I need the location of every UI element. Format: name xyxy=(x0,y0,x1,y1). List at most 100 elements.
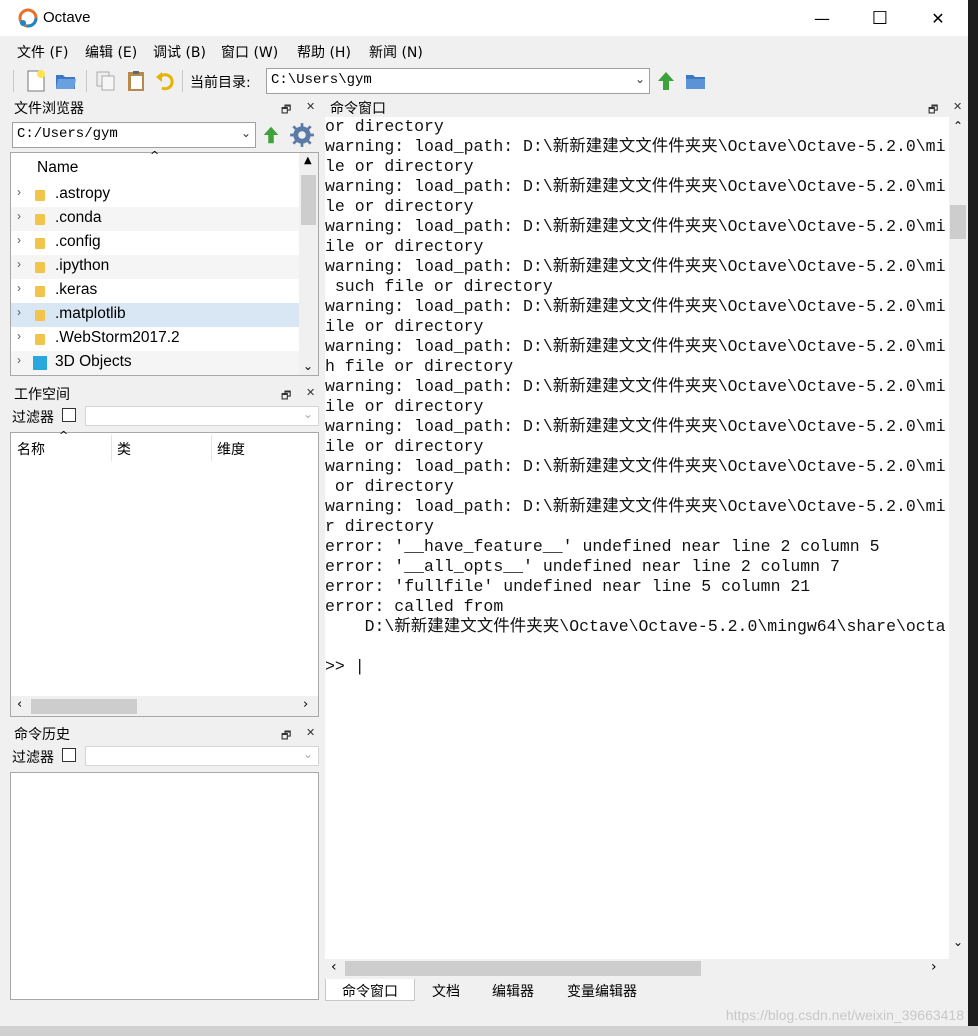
chevron-right-icon[interactable]: › xyxy=(17,233,21,247)
undock-icon[interactable]: 🗗 xyxy=(281,387,291,406)
3d-objects-icon xyxy=(33,356,47,370)
tree-item[interactable]: › .astropy xyxy=(11,183,299,207)
maximize-button[interactable]: ☐ xyxy=(851,0,909,36)
console-line: warning: load_path: D:\新新建建文文件件夹夹\Octave… xyxy=(325,337,946,356)
open-folder-icon[interactable] xyxy=(54,69,78,93)
tab-editor[interactable]: 编辑器 xyxy=(477,979,549,1001)
taskbar-strip xyxy=(0,1026,978,1036)
scroll-right-icon[interactable]: › xyxy=(931,959,937,975)
gear-icon[interactable] xyxy=(289,122,315,148)
column-header-name[interactable]: 名称 xyxy=(17,439,45,459)
tree-item[interactable]: › .conda xyxy=(11,207,299,231)
chevron-right-icon[interactable]: › xyxy=(17,209,21,223)
history-filter-checkbox[interactable] xyxy=(62,748,76,762)
sort-ascending-icon: ^ xyxy=(150,149,160,162)
parent-dir-up-arrow-icon[interactable] xyxy=(260,124,282,146)
scroll-down-icon[interactable]: ⌄ xyxy=(303,359,313,373)
menu-help[interactable]: 帮助 (H) xyxy=(297,42,351,62)
panel-close-icon[interactable]: ✕ xyxy=(953,100,962,113)
scroll-down-icon[interactable]: ⌄ xyxy=(953,935,963,949)
console-line: ile or directory xyxy=(325,237,484,256)
workspace-filter-combo[interactable]: ⌄ xyxy=(85,406,319,426)
horizontal-scrollbar[interactable]: ‹ › xyxy=(11,696,318,716)
chevron-down-icon[interactable]: ⌄ xyxy=(303,747,313,761)
chevron-down-icon[interactable]: ⌄ xyxy=(635,72,645,86)
history-filter-combo[interactable]: ⌄ xyxy=(85,746,319,766)
file-browser-path: C:/Users/gym xyxy=(17,126,118,142)
console-line: ile or directory xyxy=(325,437,484,456)
scroll-up-icon[interactable]: ▲ xyxy=(304,155,312,166)
paste-icon[interactable] xyxy=(124,69,148,93)
tree-item[interactable]: › .ipython xyxy=(11,255,299,279)
history-filter-label: 过滤器 xyxy=(12,750,54,766)
console-line: ile or directory xyxy=(325,397,484,416)
workspace-filter-checkbox[interactable] xyxy=(62,408,76,422)
scroll-left-icon[interactable]: ‹ xyxy=(331,959,337,975)
tree-item[interactable]: › .WebStorm2017.2 xyxy=(11,327,299,351)
undo-icon[interactable] xyxy=(154,69,178,93)
panel-close-icon[interactable]: ✕ xyxy=(306,100,315,113)
tree-item-selected[interactable]: › .matplotlib xyxy=(11,303,299,327)
column-header-dimension[interactable]: 维度 xyxy=(217,439,245,459)
console-line: warning: load_path: D:\新新建建文文件件夹夹\Octave… xyxy=(325,497,946,516)
tab-documentation[interactable]: 文档 xyxy=(417,979,475,1001)
toolbar-separator xyxy=(182,70,183,92)
scrollbar-thumb[interactable] xyxy=(345,961,701,976)
tab-variable-editor[interactable]: 变量编辑器 xyxy=(551,979,653,1001)
console-horizontal-scrollbar[interactable]: ‹ › xyxy=(325,959,949,978)
console-prompt[interactable]: >> | xyxy=(325,657,365,677)
editor-tabs: 命令窗口 文档 编辑器 变量编辑器 xyxy=(325,979,965,1002)
chevron-right-icon[interactable]: › xyxy=(17,185,21,199)
menu-debug[interactable]: 调试 (B) xyxy=(153,42,206,62)
chevron-right-icon[interactable]: › xyxy=(17,281,21,295)
chevron-right-icon[interactable]: › xyxy=(17,305,21,319)
browse-folder-icon[interactable] xyxy=(684,69,708,93)
scrollbar-thumb[interactable] xyxy=(950,205,966,239)
tree-item[interactable]: › 3D Objects xyxy=(11,351,299,375)
undock-icon[interactable]: 🗗 xyxy=(281,727,291,746)
column-header-class[interactable]: 类 xyxy=(117,439,131,459)
history-list[interactable] xyxy=(10,772,319,1000)
chevron-right-icon[interactable]: › xyxy=(17,353,21,367)
chevron-down-icon[interactable]: ⌄ xyxy=(241,126,251,140)
file-browser-path-combo[interactable]: C:/Users/gym ⌄ xyxy=(12,122,256,148)
column-header-name[interactable]: Name xyxy=(37,159,78,177)
column-divider xyxy=(211,435,212,461)
console-line: le or directory xyxy=(325,157,474,176)
chevron-right-icon[interactable]: › xyxy=(17,257,21,271)
minimize-button[interactable]: — xyxy=(793,0,851,36)
console-line: error: 'fullfile' undefined near line 5 … xyxy=(325,577,811,596)
workspace-table: ^ 名称 类 维度 ‹ › xyxy=(10,429,319,717)
tab-label: 变量编辑器 xyxy=(567,984,637,1000)
chevron-right-icon[interactable]: › xyxy=(17,329,21,343)
menu-edit[interactable]: 编辑 (E) xyxy=(85,42,137,62)
vertical-scrollbar[interactable]: ▲ ⌄ xyxy=(299,153,318,375)
tab-label: 编辑器 xyxy=(492,984,534,1000)
new-script-icon[interactable] xyxy=(24,69,48,93)
copy-icon[interactable] xyxy=(94,69,118,93)
scrollbar-thumb[interactable] xyxy=(301,175,316,225)
panel-close-icon[interactable]: ✕ xyxy=(306,726,315,739)
scroll-left-icon[interactable]: ‹ xyxy=(17,697,22,712)
scroll-right-icon[interactable]: › xyxy=(303,697,308,712)
tree-item-label: .config xyxy=(55,233,101,250)
console-vertical-scrollbar[interactable]: ⌃ ⌄ xyxy=(949,117,967,959)
tree-item[interactable]: › .keras xyxy=(11,279,299,303)
scroll-up-icon[interactable]: ⌃ xyxy=(953,119,963,133)
panel-close-icon[interactable]: ✕ xyxy=(306,386,315,399)
menu-window[interactable]: 窗口 (W) xyxy=(221,42,278,62)
chevron-down-icon[interactable]: ⌄ xyxy=(303,407,313,421)
console-line: warning: load_path: D:\新新建建文文件件夹夹\Octave… xyxy=(325,177,946,196)
current-dir-combo[interactable]: C:\Users\gym ⌄ xyxy=(266,68,650,94)
parent-dir-up-arrow-icon[interactable] xyxy=(654,69,678,93)
undock-icon[interactable]: 🗗 xyxy=(281,101,291,120)
window-title: Octave xyxy=(43,9,91,26)
console-output[interactable]: or directory warning: load_path: D:\新新建建… xyxy=(325,117,949,959)
menu-news[interactable]: 新闻 (N) xyxy=(369,42,423,62)
tree-item[interactable]: › .config xyxy=(11,231,299,255)
close-button[interactable]: ✕ xyxy=(909,0,967,36)
tab-command-window[interactable]: 命令窗口 xyxy=(325,979,415,1001)
sort-ascending-icon: ^ xyxy=(59,429,69,442)
menu-file[interactable]: 文件 (F) xyxy=(17,42,68,62)
scrollbar-thumb[interactable] xyxy=(31,699,137,714)
